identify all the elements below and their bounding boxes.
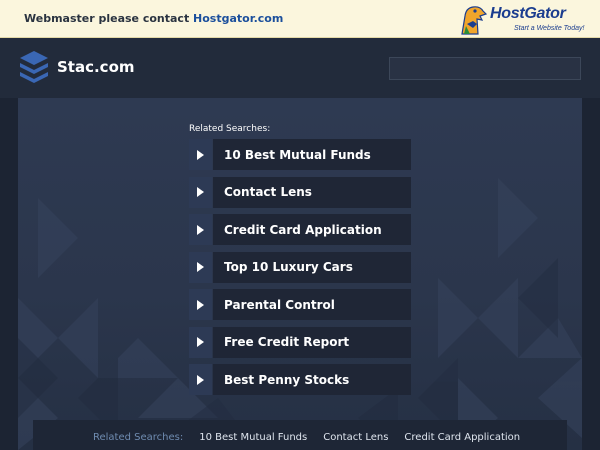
play-arrow-icon [189, 289, 212, 320]
related-searches-title: Related Searches: [189, 124, 271, 134]
hostgator-tagline: Start a Website Today! [514, 25, 585, 32]
related-link-5[interactable]: Free Credit Report [189, 326, 411, 358]
footer-link-2[interactable]: Credit Card Application [404, 432, 520, 443]
play-arrow-icon [189, 326, 212, 358]
related-link-1[interactable]: Contact Lens [189, 176, 411, 208]
play-arrow-icon [189, 139, 212, 170]
hostgator-logo[interactable]: HostGator Start a Website Today! [458, 4, 588, 36]
footer-related-bar: Related Searches: 10 Best Mutual Funds Con… [33, 420, 567, 450]
hosting-banner: Webmaster please contact Hostgator.com H… [0, 0, 600, 38]
site-header: Stac.com [0, 38, 600, 98]
related-link-label: Credit Card Application [213, 214, 411, 245]
site-name[interactable]: Stac.com [57, 58, 135, 76]
related-link-4[interactable]: Parental Control [189, 289, 411, 320]
play-arrow-icon [189, 176, 212, 208]
play-arrow-icon [189, 251, 212, 283]
related-link-label: Best Penny Stocks [213, 364, 411, 395]
footer-link-0[interactable]: 10 Best Mutual Funds [199, 432, 307, 443]
related-link-label: Contact Lens [213, 176, 411, 208]
gator-mascot-icon [461, 6, 488, 35]
related-link-label: Free Credit Report [213, 326, 411, 358]
stacked-layers-icon[interactable] [18, 49, 50, 85]
play-arrow-icon [189, 364, 212, 395]
play-arrow-icon [189, 214, 212, 245]
hostgator-link[interactable]: Hostgator.com [193, 12, 283, 25]
footer-related-title: Related Searches: [93, 432, 184, 443]
main-panel: Related Searches: 10 Best Mutual Funds C… [18, 98, 582, 450]
related-link-label: Top 10 Luxury Cars [213, 251, 411, 283]
footer-related-list: Related Searches: 10 Best Mutual Funds Con… [93, 432, 536, 443]
related-link-label: 10 Best Mutual Funds [213, 139, 411, 170]
related-link-6[interactable]: Best Penny Stocks [189, 364, 411, 395]
related-link-3[interactable]: Top 10 Luxury Cars [189, 251, 411, 283]
related-link-2[interactable]: Credit Card Application [189, 214, 411, 245]
footer-link-1[interactable]: Contact Lens [323, 432, 388, 443]
hostgator-logo-name: HostGator [490, 5, 566, 22]
banner-prefix: Webmaster please contact [24, 12, 194, 25]
related-link-label: Parental Control [213, 289, 411, 320]
search-input[interactable] [389, 57, 581, 80]
banner-message: Webmaster please contact Hostgator.com [24, 12, 283, 25]
related-link-0[interactable]: 10 Best Mutual Funds [189, 139, 411, 170]
related-links-list: 10 Best Mutual Funds Contact Lens Credit… [189, 139, 411, 402]
